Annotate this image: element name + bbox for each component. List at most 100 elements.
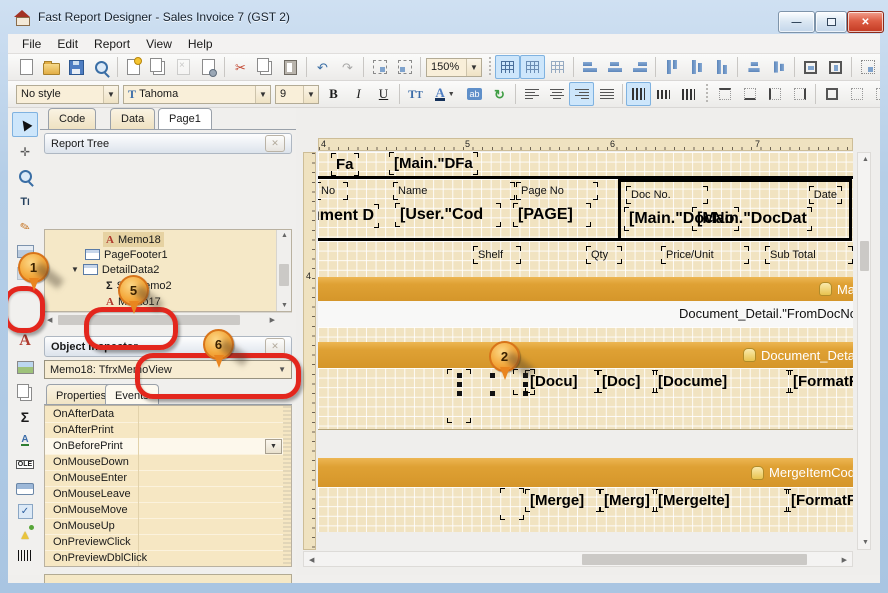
ole-object-button[interactable]: OLE	[12, 452, 38, 477]
menu-edit[interactable]: Edit	[49, 35, 86, 53]
memo-document-d[interactable]: ument D	[318, 207, 374, 225]
event-row-onmouseleave[interactable]: OnMouseLeave	[45, 486, 283, 503]
scroll-thumb[interactable]	[279, 264, 289, 286]
tree-item-pagefooter1[interactable]: PageFooter1	[85, 247, 168, 262]
style-select[interactable]: No style▼	[16, 85, 119, 104]
space-vertically-button[interactable]	[766, 55, 791, 79]
select-tool-button[interactable]: ▶	[12, 112, 38, 137]
event-row-onmousedown[interactable]: OnMouseDown	[45, 454, 283, 471]
align-right-button[interactable]	[569, 82, 594, 106]
maximize-button[interactable]	[815, 11, 847, 33]
menu-help[interactable]: Help	[180, 35, 221, 53]
close-button[interactable]: ✕	[847, 11, 884, 33]
tab-data[interactable]: Data	[110, 108, 155, 129]
align-rights-button[interactable]	[627, 55, 652, 79]
tree-vertical-scrollbar[interactable]: ▲ ▼	[276, 230, 291, 311]
memo-main-docdat[interactable]: [Main."DocDat	[697, 210, 807, 228]
event-row-onpreviewdblclick[interactable]: OnPreviewDblClick	[45, 550, 283, 567]
scroll-down-icon[interactable]: ▼	[281, 302, 288, 309]
zoom-select[interactable]: 150%▼	[426, 58, 482, 77]
style-dropdown-arrow-icon[interactable]: ▼	[103, 86, 118, 103]
memo-user-code[interactable]: [User."Cod	[400, 206, 496, 224]
event-value[interactable]	[139, 534, 283, 550]
paste-button[interactable]	[278, 55, 303, 79]
hand-tool-button[interactable]: ✛	[12, 139, 38, 164]
frame-none-button[interactable]	[844, 82, 869, 106]
event-row-onafterdata[interactable]: OnAfterData	[45, 406, 283, 423]
show-grid-button[interactable]	[495, 55, 520, 79]
new-dialog-button[interactable]	[146, 55, 171, 79]
minimize-button[interactable]: —	[778, 11, 815, 33]
event-value-editor[interactable]: ▼	[139, 438, 283, 454]
scroll-up-icon[interactable]: ▲	[281, 232, 288, 239]
scroll-down-icon[interactable]: ▼	[862, 539, 869, 546]
align-middles-button[interactable]	[684, 55, 709, 79]
subreport-object-button[interactable]	[12, 380, 38, 405]
memo-main-dfa[interactable]: [Main."DFa	[394, 155, 473, 172]
frame-bottom-button[interactable]	[737, 82, 762, 106]
event-row-onmouseenter[interactable]: OnMouseEnter	[45, 470, 283, 487]
report-tree-close-button[interactable]: ✕	[265, 135, 285, 152]
memo-fa[interactable]: Fa	[336, 156, 354, 173]
align-center-button[interactable]	[544, 82, 569, 106]
align-bottoms-button[interactable]	[709, 55, 734, 79]
tab-page1[interactable]: Page1	[158, 108, 212, 129]
memo-detail-3[interactable]: [Docume]	[658, 373, 786, 390]
preview-button[interactable]	[89, 55, 114, 79]
report-tree-header[interactable]: Report Tree ✕	[44, 133, 292, 154]
ungroup-button[interactable]	[392, 55, 417, 79]
frame-left-button[interactable]	[762, 82, 787, 106]
event-row-onpreviewclick[interactable]: OnPreviewClick	[45, 534, 283, 551]
memo-merge-4[interactable]: [FormatFloa]	[791, 492, 853, 509]
format-painter-button[interactable]: ✎	[12, 214, 38, 239]
undo-button[interactable]: ↶	[310, 55, 335, 79]
scroll-left-icon[interactable]: ◀	[47, 316, 52, 324]
memo-group-field[interactable]: Document_Detail."FromDocNo	[679, 306, 853, 321]
copy-button[interactable]	[253, 55, 278, 79]
font-settings-button[interactable]: TT	[403, 82, 428, 106]
draw-object-button[interactable]: A	[12, 428, 38, 453]
tree-item-memo18[interactable]: AMemo18	[103, 232, 164, 247]
delete-page-button[interactable]	[171, 55, 196, 79]
label-sub-total[interactable]: Sub Total	[770, 249, 848, 261]
label-name[interactable]: Name	[398, 185, 510, 197]
font-color-dropdown-icon[interactable]: ▼	[448, 91, 455, 98]
event-value[interactable]	[139, 454, 283, 470]
label-qty[interactable]: Qty	[591, 249, 617, 261]
event-value[interactable]	[139, 486, 283, 502]
size-dropdown-arrow-icon[interactable]: ▼	[303, 86, 318, 103]
barcode-object-button[interactable]	[12, 543, 38, 568]
event-dropdown-arrow-icon[interactable]: ▼	[265, 439, 282, 454]
collapse-chevron-icon[interactable]: ▼	[71, 265, 79, 274]
shape-object-button[interactable]	[12, 476, 38, 501]
event-value[interactable]	[139, 550, 283, 566]
event-value[interactable]	[139, 470, 283, 486]
menu-file[interactable]: File	[14, 35, 49, 53]
redo-button[interactable]: ↷	[335, 55, 360, 79]
center-vertically-button[interactable]	[823, 55, 848, 79]
group-header-band[interactable]: Document_Detail."FromDocNo	[318, 301, 853, 327]
event-value[interactable]	[139, 422, 283, 438]
italic-button[interactable]: I	[346, 82, 371, 106]
space-horizontally-button[interactable]	[741, 55, 766, 79]
band-header-document-detail[interactable]: Document_Deta	[318, 342, 853, 368]
center-horizontally-button[interactable]	[798, 55, 823, 79]
event-row-onafterprint[interactable]: OnAfterPrint	[45, 422, 283, 439]
event-value[interactable]	[139, 518, 283, 534]
scroll-thumb[interactable]	[582, 554, 807, 565]
zoom-dropdown-arrow-icon[interactable]: ▼	[466, 59, 481, 76]
font-select[interactable]: T Tahoma▼	[123, 85, 271, 104]
spacer-band[interactable]	[318, 327, 853, 342]
event-row-onmousemove[interactable]: OnMouseMove	[45, 502, 283, 519]
report-page-canvas[interactable]: Fa [Main."DFa No Name Page No ument D [U…	[318, 152, 853, 532]
selection-handles[interactable]	[457, 373, 462, 378]
font-size-select[interactable]: 9▼	[275, 85, 319, 104]
align-to-grid-button[interactable]	[520, 55, 545, 79]
same-width-button[interactable]	[855, 55, 880, 79]
align-justify-button[interactable]	[594, 82, 619, 106]
frame-top-button[interactable]	[712, 82, 737, 106]
frame-settings-button[interactable]	[869, 82, 880, 106]
align-top-button[interactable]	[626, 82, 651, 106]
bold-button[interactable]: B	[321, 82, 346, 106]
align-middle-button[interactable]	[651, 82, 676, 106]
